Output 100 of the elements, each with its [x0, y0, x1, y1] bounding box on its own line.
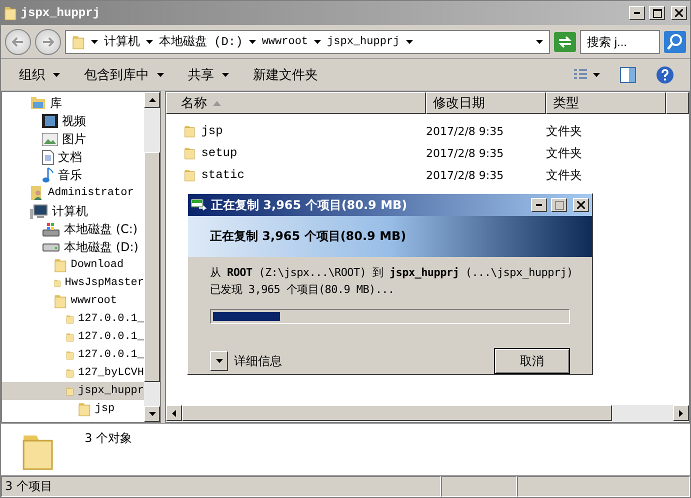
- breadcrumb-item[interactable]: wwwroot: [262, 36, 308, 48]
- modified-date-cell-text: 2017/2/8 9:35: [426, 168, 505, 182]
- file-type-cell-text: 文件夹: [546, 144, 583, 162]
- horizontal-scrollbar[interactable]: [166, 405, 689, 422]
- file-name-cell: static: [166, 168, 426, 182]
- item-count-text: 3 个对象: [84, 430, 132, 447]
- tree-item[interactable]: 图片: [2, 130, 144, 148]
- tree-item[interactable]: 127.0.0.1_: [2, 346, 144, 364]
- tree-item[interactable]: 本地磁盘 (C:): [2, 220, 144, 238]
- close-button[interactable]: [573, 198, 589, 212]
- maximize-button[interactable]: [551, 198, 567, 212]
- caret-icon: [157, 72, 164, 76]
- refresh-icon[interactable]: [554, 32, 576, 52]
- forward-arrow-icon: [42, 36, 54, 46]
- minimize-icon: [634, 12, 640, 14]
- expand-details-button[interactable]: [210, 351, 228, 371]
- maximize-button[interactable]: [649, 6, 665, 20]
- breadcrumb-item[interactable]: jspx_hupprj: [327, 36, 400, 48]
- tree-item[interactable]: 127.0.0.1_: [2, 328, 144, 346]
- tree-item[interactable]: 文档: [2, 148, 144, 166]
- tree-item[interactable]: 音乐: [2, 166, 144, 184]
- back-arrow-icon: [12, 36, 24, 46]
- dialog-title: 正在复制 3,965 个项目(80.9 MB): [211, 196, 408, 214]
- column-header[interactable]: [666, 92, 689, 114]
- forward-button[interactable]: [35, 28, 61, 54]
- tree-item[interactable]: Administrator: [2, 184, 144, 202]
- tree-item[interactable]: 127_byLCVH: [2, 364, 144, 382]
- scroll-right-icon: [679, 410, 683, 416]
- file-row[interactable]: setup 2017/2/8 9:35 文件夹: [166, 142, 689, 164]
- scroll-left-icon: [172, 410, 176, 416]
- breadcrumb-caret-icon: [248, 40, 256, 44]
- breadcrumb-caret-icon: [406, 40, 413, 44]
- toolbar-button[interactable]: 包含到库中: [82, 64, 166, 86]
- column-header[interactable]: 类型: [546, 92, 666, 114]
- copy-icon: [191, 199, 207, 211]
- library-folder-icon: [30, 96, 46, 110]
- tree-item[interactable]: 本地磁盘 (D:): [2, 238, 144, 256]
- help-icon[interactable]: [656, 66, 674, 84]
- user-folder-icon: [30, 185, 44, 201]
- copy-source-text: 从 ROOT (Z:\jspx...\ROOT) 到 jspx_hupprj (...\jspx_hupprj): [210, 265, 570, 280]
- folder-icon: [184, 168, 196, 182]
- vertical-scrollbar[interactable]: [144, 92, 160, 422]
- caret-icon: [216, 359, 222, 363]
- document-icon: [42, 150, 54, 164]
- breadcrumb-caret-icon: [314, 40, 322, 44]
- computer-icon: [30, 204, 48, 218]
- file-name-cell: jsp: [166, 124, 426, 138]
- view-options-icon[interactable]: [574, 68, 600, 80]
- folder-icon: [184, 124, 196, 138]
- modified-date-cell-text: 2017/2/8 9:35: [426, 124, 505, 138]
- search-icon[interactable]: [664, 30, 686, 52]
- folder-icon: [78, 401, 91, 417]
- close-button[interactable]: [671, 6, 687, 20]
- found-items-text: 已发现 3,965 个项目(80.9 MB)...: [210, 282, 396, 297]
- minimize-button[interactable]: [531, 198, 547, 212]
- breadcrumb-caret-icon: [146, 40, 153, 44]
- history-dropdown-icon: [536, 40, 543, 44]
- caret-icon: [53, 72, 60, 76]
- column-header[interactable]: 名称: [166, 92, 426, 114]
- folder-icon: [54, 257, 67, 273]
- toolbar-button[interactable]: 共享: [186, 64, 231, 86]
- status-bar-text: 3 个项目: [1, 476, 441, 497]
- cancel-button[interactable]: 取消: [494, 348, 570, 374]
- search-field[interactable]: 搜索 j...: [580, 30, 660, 54]
- drive-with-windows-logo-icon: [42, 222, 60, 236]
- details-label: 详细信息: [234, 352, 283, 370]
- preview-pane-icon[interactable]: [620, 66, 636, 82]
- address-bar[interactable]: 计算机 本地磁盘 (D:) wwwroot jspx_hupprj: [65, 30, 550, 54]
- breadcrumb-item[interactable]: 本地磁盘 (D:): [158, 33, 243, 50]
- tree-item[interactable]: 计算机: [2, 202, 144, 220]
- toolbar-button[interactable]: 新建文件夹: [251, 64, 320, 86]
- file-row[interactable]: static 2017/2/8 9:35 文件夹: [166, 164, 689, 186]
- toolbar-button[interactable]: 组织: [17, 64, 62, 86]
- file-type-cell-text: 文件夹: [546, 166, 583, 184]
- caret-icon: [222, 72, 229, 76]
- breadcrumb-caret-icon: [90, 40, 98, 44]
- tree-item[interactable]: wwwroot: [2, 292, 144, 310]
- tree-item[interactable]: jspx_huppr: [2, 382, 144, 400]
- window-title: jspx_hupprj: [20, 6, 102, 20]
- folder-icon: [184, 146, 196, 160]
- column-header[interactable]: 修改日期: [426, 92, 546, 114]
- tree-item[interactable]: 库: [2, 94, 144, 112]
- picture-icon: [42, 132, 58, 146]
- hard-drive-icon: [42, 242, 60, 252]
- file-type-cell-text: 文件夹: [546, 122, 583, 140]
- folder-icon: [54, 293, 67, 309]
- minimize-button[interactable]: [629, 6, 645, 20]
- tree-item[interactable]: 视频: [2, 112, 144, 130]
- tree-item[interactable]: HwsJspMaster: [2, 274, 144, 292]
- file-name-cell: setup: [166, 146, 426, 160]
- back-button[interactable]: [5, 28, 31, 54]
- tree-item[interactable]: 127.0.0.1_: [2, 310, 144, 328]
- tree-item[interactable]: jsp: [2, 400, 144, 418]
- music-note-icon: [42, 167, 54, 183]
- tree-item[interactable]: Download: [2, 256, 144, 274]
- file-row[interactable]: jsp 2017/2/8 9:35 文件夹: [166, 120, 689, 142]
- film-icon: [42, 114, 58, 128]
- scroll-up-icon: [148, 98, 156, 102]
- breadcrumb-item[interactable]: 计算机: [104, 33, 140, 50]
- caret-icon: [148, 412, 156, 416]
